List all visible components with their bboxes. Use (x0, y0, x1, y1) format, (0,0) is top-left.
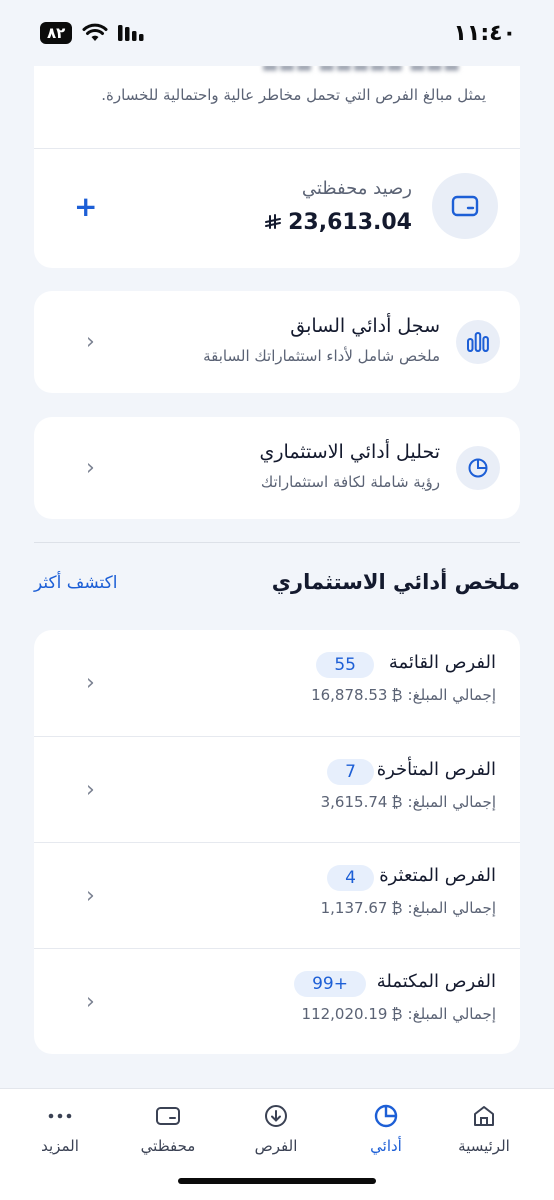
chevron-left-icon: ‹ (86, 883, 95, 908)
home-indicator (178, 1178, 376, 1184)
section-divider (34, 542, 520, 543)
summary-row-defaulted[interactable]: الفرص المتعثرة 4 إجمالي المبلغ: 1,137.67… (34, 842, 520, 948)
status-time: ١١:٤٠ (453, 20, 516, 46)
row-title: الفرص المتعثرة (379, 865, 496, 886)
wallet-icon (118, 1099, 218, 1133)
row-title: الفرص المكتملة (376, 971, 496, 992)
app-screen: ٨٢ ١١:٤٠ ▬▬▬ ▬▬▬▬▬ ▬▬▬ يمثل مبالغ الفرص … (0, 0, 554, 1200)
riyal-icon: ₿ (391, 1005, 403, 1023)
tab-wallet[interactable]: محفظتي (118, 1099, 218, 1155)
row-total: إجمالي المبلغ: 1,137.67 ₿ (320, 899, 496, 917)
count-badge: 7 (327, 759, 374, 785)
riyal-icon (265, 213, 282, 229)
chevron-left-icon: ‹ (86, 670, 95, 696)
chevron-left-icon: ‹ (86, 989, 95, 1014)
summary-row-late[interactable]: الفرص المتأخرة 7 إجمالي المبلغ: 3,615.74… (34, 736, 520, 842)
row-title: الفرص المتأخرة (376, 759, 496, 780)
home-icon (434, 1099, 534, 1133)
more-icon (10, 1099, 110, 1133)
add-funds-button[interactable]: + (74, 192, 97, 222)
nav-card-title: تحليل أدائي الاستثماري (259, 441, 440, 463)
nav-card-subtitle: رؤية شاملة لكافة استثماراتك (260, 473, 440, 491)
wifi-icon (82, 23, 108, 41)
wallet-balance-label: رصيد محفظتي (301, 178, 412, 199)
riyal-icon: ₿ (391, 793, 403, 811)
row-total: إجمالي المبلغ: 112,020.19 ₿ (301, 1005, 496, 1023)
row-total: إجمالي المبلغ: 16,878.53 ₿ (311, 686, 496, 704)
tab-more[interactable]: المزيد (10, 1099, 110, 1155)
count-badge: +99 (294, 971, 366, 997)
status-bar: ٨٢ ١١:٤٠ (0, 0, 554, 66)
bar-chart-icon (456, 320, 500, 364)
pie-chart-icon (456, 446, 500, 490)
count-badge: 4 (327, 865, 374, 891)
download-circle-icon (226, 1099, 326, 1133)
risk-note: يمثل مبالغ الفرص التي تحمل مخاطر عالية و… (101, 86, 486, 104)
tab-home[interactable]: الرئيسية (434, 1099, 534, 1155)
divider (34, 148, 520, 149)
performance-analysis-card[interactable]: تحليل أدائي الاستثماري رؤية شاملة لكافة … (34, 417, 520, 519)
riyal-icon: ₿ (391, 686, 403, 704)
riyal-icon: ₿ (391, 899, 403, 917)
chevron-left-icon: ‹ (86, 777, 95, 802)
row-title: الفرص القائمة (388, 652, 496, 673)
row-total: إجمالي المبلغ: 3,615.74 ₿ (320, 793, 496, 811)
summary-card: الفرص القائمة 55 إجمالي المبلغ: 16,878.5… (34, 630, 520, 1054)
wallet-balance-amount: 23,613.04 (264, 210, 412, 235)
wallet-icon (432, 173, 498, 239)
count-badge: 55 (316, 652, 374, 678)
summary-row-active[interactable]: الفرص القائمة 55 إجمالي المبلغ: 16,878.5… (34, 630, 520, 736)
pie-chart-icon (336, 1099, 436, 1133)
performance-history-card[interactable]: سجل أدائي السابق ملخص شامل لأداء استثمار… (34, 291, 520, 393)
signal-icon (118, 25, 144, 41)
chevron-left-icon: ‹ (86, 455, 95, 481)
nav-card-subtitle: ملخص شامل لأداء استثماراتك السابقة (203, 347, 440, 365)
discover-more-link[interactable]: اكتشف أكثر (34, 573, 117, 593)
summary-row-completed[interactable]: الفرص المكتملة +99 إجمالي المبلغ: 112,02… (34, 948, 520, 1054)
status-icons: ٨٢ (40, 22, 146, 44)
tab-performance[interactable]: أدائي (336, 1099, 436, 1155)
chevron-left-icon: ‹ (86, 329, 95, 355)
summary-section-title: ملخص أدائي الاستثماري (271, 570, 520, 594)
battery-indicator: ٨٢ (40, 22, 73, 44)
tab-opportunities[interactable]: الفرص (226, 1099, 326, 1155)
nav-card-title: سجل أدائي السابق (290, 315, 440, 337)
